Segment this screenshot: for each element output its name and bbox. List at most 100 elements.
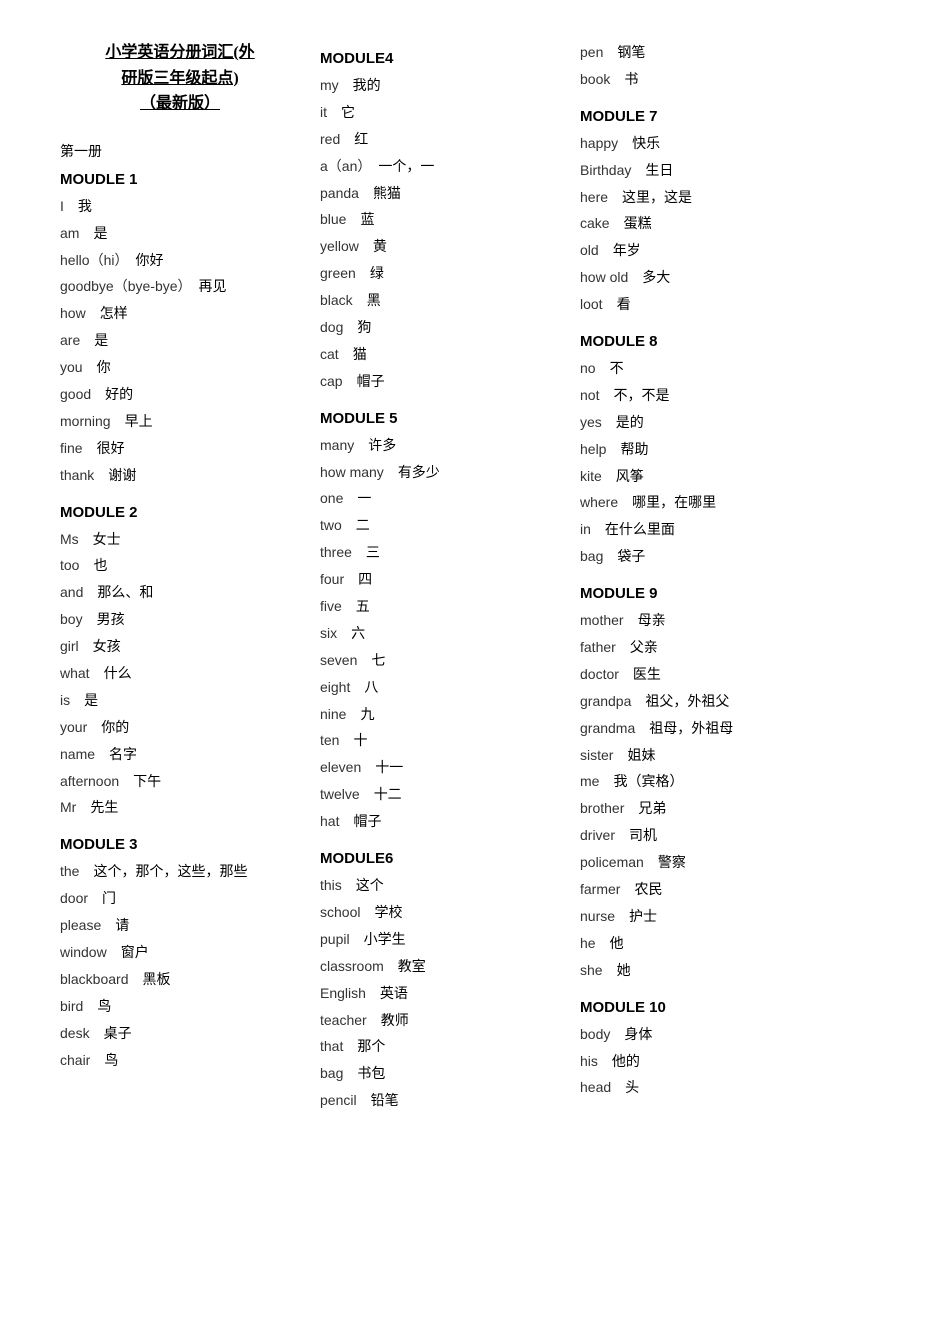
- list-item: your 你的: [60, 715, 300, 742]
- list-item: doctor 医生: [580, 662, 840, 689]
- module-title-9: MODULE 9: [580, 585, 840, 602]
- list-item: are 是: [60, 328, 300, 355]
- list-item: am 是: [60, 221, 300, 248]
- list-item: head 头: [580, 1075, 840, 1102]
- list-item: four 四: [320, 567, 560, 594]
- list-item: Mr 先生: [60, 795, 300, 822]
- list-item: twelve 十二: [320, 782, 560, 809]
- list-item: six 六: [320, 621, 560, 648]
- list-item: old 年岁: [580, 238, 840, 265]
- list-item: green 绿: [320, 261, 560, 288]
- list-item: it 它: [320, 100, 560, 127]
- module-10: MODULE 10 body 身体 his 他的 head 头: [580, 999, 840, 1103]
- list-item: seven 七: [320, 648, 560, 675]
- list-item: eight 八: [320, 675, 560, 702]
- list-item: please 请: [60, 913, 300, 940]
- list-item: Birthday 生日: [580, 158, 840, 185]
- list-item: this 这个: [320, 873, 560, 900]
- module-7: MODULE 7 happy 快乐 Birthday 生日 here 这里，这是…: [580, 108, 840, 319]
- list-item: how old 多大: [580, 265, 840, 292]
- module-3-words: the 这个，那个，这些，那些 door 门 please 请 window 窗…: [60, 859, 300, 1074]
- list-item: ten 十: [320, 728, 560, 755]
- list-item: is 是: [60, 688, 300, 715]
- list-item: hello（hi） 你好: [60, 248, 300, 275]
- list-item: Ms 女士: [60, 527, 300, 554]
- list-item: cat 猫: [320, 342, 560, 369]
- list-item: yellow 黄: [320, 234, 560, 261]
- module-2-words: Ms 女士 too 也 and 那么、和 boy 男孩 girl 女孩 what…: [60, 527, 300, 823]
- module-title-4: MODULE4: [320, 50, 560, 67]
- list-item: morning 早上: [60, 409, 300, 436]
- list-item: blue 蓝: [320, 207, 560, 234]
- list-item: his 他的: [580, 1049, 840, 1076]
- list-item: dog 狗: [320, 315, 560, 342]
- list-item: three 三: [320, 540, 560, 567]
- list-item: bird 鸟: [60, 994, 300, 1021]
- list-item: bag 袋子: [580, 544, 840, 571]
- list-item: cap 帽子: [320, 369, 560, 396]
- module-title-10: MODULE 10: [580, 999, 840, 1016]
- list-item: loot 看: [580, 292, 840, 319]
- module-10-words: body 身体 his 他的 head 头: [580, 1022, 840, 1103]
- list-item: goodbye（bye-bye） 再见: [60, 274, 300, 301]
- module-3: MODULE 3 the 这个，那个，这些，那些 door 门 please 请…: [60, 836, 300, 1074]
- list-item: that 那个: [320, 1034, 560, 1061]
- list-item: grandma 祖母，外祖母: [580, 716, 840, 743]
- list-item: I 我: [60, 194, 300, 221]
- list-item: happy 快乐: [580, 131, 840, 158]
- list-item: he 他: [580, 931, 840, 958]
- module-4-words: my 我的 it 它 red 红 a（an） 一个，一 panda 熊猫 blu…: [320, 73, 560, 396]
- list-item: not 不，不是: [580, 383, 840, 410]
- module-5: MODULE 5 many 许多 how many 有多少 one 一 two …: [320, 410, 560, 836]
- list-item: boy 男孩: [60, 607, 300, 634]
- list-item: father 父亲: [580, 635, 840, 662]
- module-2: MODULE 2 Ms 女士 too 也 and 那么、和 boy 男孩 gir…: [60, 504, 300, 823]
- module-moudle1-words: I 我 am 是 hello（hi） 你好 goodbye（bye-bye） 再…: [60, 194, 300, 490]
- list-item: girl 女孩: [60, 634, 300, 661]
- list-item: fine 很好: [60, 436, 300, 463]
- list-item: bag 书包: [320, 1061, 560, 1088]
- list-item: name 名字: [60, 742, 300, 769]
- list-item: cake 蛋糕: [580, 211, 840, 238]
- list-item: farmer 农民: [580, 877, 840, 904]
- list-item: she 她: [580, 958, 840, 985]
- module-7-words: happy 快乐 Birthday 生日 here 这里，这是 cake 蛋糕 …: [580, 131, 840, 319]
- list-item: what 什么: [60, 661, 300, 688]
- list-item: sister 姐妹: [580, 743, 840, 770]
- module-6-words: this 这个 school 学校 pupil 小学生 classroom 教室…: [320, 873, 560, 1115]
- list-item: help 帮助: [580, 437, 840, 464]
- list-item: black 黑: [320, 288, 560, 315]
- module-title-3: MODULE 3: [60, 836, 300, 853]
- list-item: a（an） 一个，一: [320, 154, 560, 181]
- list-item: the 这个，那个，这些，那些: [60, 859, 300, 886]
- list-item: you 你: [60, 355, 300, 382]
- list-item: good 好的: [60, 382, 300, 409]
- list-item: where 哪里，在哪里: [580, 490, 840, 517]
- list-item: desk 桌子: [60, 1021, 300, 1048]
- list-item: one 一: [320, 486, 560, 513]
- module-title-7: MODULE 7: [580, 108, 840, 125]
- list-item: driver 司机: [580, 823, 840, 850]
- list-item: how many 有多少: [320, 460, 560, 487]
- list-item: my 我的: [320, 73, 560, 100]
- list-item: how 怎样: [60, 301, 300, 328]
- module-title-5: MODULE 5: [320, 410, 560, 427]
- list-item: too 也: [60, 553, 300, 580]
- list-item: pencil 铅笔: [320, 1088, 560, 1115]
- list-item: kite 风筝: [580, 464, 840, 491]
- list-item: five 五: [320, 594, 560, 621]
- list-item: book 书: [580, 67, 840, 94]
- list-item: many 许多: [320, 433, 560, 460]
- module-title-8: MODULE 8: [580, 333, 840, 350]
- list-item: mother 母亲: [580, 608, 840, 635]
- module-title-moudle1: MOUDLE 1: [60, 171, 300, 188]
- list-item: brother 兄弟: [580, 796, 840, 823]
- list-item: two 二: [320, 513, 560, 540]
- list-item: blackboard 黑板: [60, 967, 300, 994]
- list-item: red 红: [320, 127, 560, 154]
- module-title-2: MODULE 2: [60, 504, 300, 521]
- list-item: no 不: [580, 356, 840, 383]
- list-item: pen 钢笔: [580, 40, 840, 67]
- column-2: MODULE4 my 我的 it 它 red 红 a（an） 一个，一 pand…: [320, 40, 580, 1115]
- module-8: MODULE 8 no 不 not 不，不是 yes 是的 help 帮助 ki…: [580, 333, 840, 571]
